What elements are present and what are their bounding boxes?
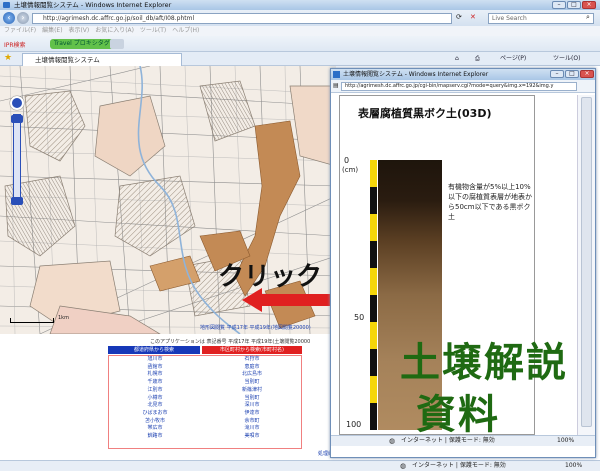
globe-icon: ◍	[400, 462, 407, 470]
depth-tick-50: 50	[354, 313, 365, 322]
list-item[interactable]: 石狩市	[203, 356, 301, 364]
ie-logo-icon	[333, 71, 340, 78]
list-item[interactable]: 北見市	[109, 402, 201, 410]
toolbar-dropdown-button[interactable]	[110, 39, 124, 49]
print-icon[interactable]: ⎙	[475, 54, 480, 64]
list-item[interactable]: 釧路市	[109, 433, 201, 441]
forward-button[interactable]: ›	[17, 12, 29, 24]
depth-tick-0: 0	[344, 156, 350, 165]
favorites-star-icon[interactable]: ★	[4, 53, 12, 63]
browser-status-bar: ◍ インターネット | 保護モード: 無効 100%	[0, 460, 600, 471]
list-table: 旭川市 函館市 札幌市 千歳市 江別市 小樽市 北見市 ひばまお市 苫小牧市 帯…	[108, 355, 302, 449]
popup-close-button[interactable]: ×	[580, 70, 594, 78]
status-zoom[interactable]: 100%	[565, 461, 582, 471]
popup-address-input[interactable]: http://agrimesh.dc.affrc.go.jp/cgi-bin/m…	[341, 82, 577, 91]
click-label: クリック	[218, 262, 323, 292]
address-bar-row: ‹ › http://agrimesh.dc.affrc.go.jp/soil_…	[0, 10, 600, 26]
browser-title-bar: 土壌情報閲覧システム - Windows Internet Explorer –…	[0, 0, 600, 10]
popup-title-bar: 土壌情報閲覧システム - Windows Internet Explorer –…	[331, 69, 595, 80]
search-icon[interactable]: ⌕	[586, 13, 590, 22]
scale-label: 1km	[58, 315, 69, 321]
map-caption: 地形図閲覧 平成17年 平成19年(地図閲覧20000)	[200, 325, 311, 331]
list-item[interactable]: 千歳市	[109, 379, 201, 387]
header-municipality[interactable]: 市区町村から検索(市町村名)	[202, 346, 302, 354]
list-item[interactable]: 滝川市	[203, 425, 301, 433]
left-column: 旭川市 函館市 札幌市 千歳市 江別市 小樽市 北見市 ひばまお市 苫小牧市 帯…	[109, 356, 201, 441]
toolbar-ipr[interactable]: IPR検索	[4, 40, 26, 49]
menu-favorites[interactable]: お気に入り(A)	[95, 27, 134, 34]
list-item[interactable]: 伊達市	[203, 410, 301, 418]
right-column: 石狩市 恵庭市 北広島市 当別町 新篠津村 当別町 深川市 伊達市 余市町 滝川…	[203, 356, 301, 441]
back-button[interactable]: ‹	[3, 12, 15, 24]
soil-map[interactable]: 1km 地形図閲覧 平成17年 平成19年(地図閲覧20000) クリック	[0, 66, 336, 334]
popup-status-zoom[interactable]: 100%	[557, 436, 574, 446]
list-note: このアプリケーションは 表記番号 平成17年 平成19年(土壌閲覧20000	[150, 339, 311, 345]
list-item[interactable]: 北広島市	[203, 371, 301, 379]
address-input[interactable]: http://agrimesh.dc.affrc.go.jp/soil_db/a…	[32, 13, 452, 24]
page-icon: ▤	[333, 82, 339, 89]
list-item[interactable]: 江別市	[109, 387, 201, 395]
menu-edit[interactable]: 編集(E)	[42, 27, 62, 34]
menu-tools[interactable]: ツール(T)	[140, 27, 166, 34]
scale-bar	[10, 318, 54, 323]
ie-logo-icon	[3, 2, 10, 8]
minimize-button[interactable]: –	[552, 1, 566, 9]
scrollbar-thumb[interactable]	[581, 97, 592, 427]
list-item[interactable]: 美唄市	[203, 433, 301, 441]
list-item[interactable]: ひばまお市	[109, 410, 201, 418]
refresh-icon[interactable]: ⟳	[456, 13, 462, 21]
menu-file[interactable]: ファイル(F)	[4, 27, 36, 34]
search-placeholder: Live Search	[492, 15, 527, 22]
popup-scrollbar[interactable]	[577, 95, 595, 435]
menu-help[interactable]: ヘルプ(H)	[172, 27, 199, 34]
list-item[interactable]: 当別町	[203, 379, 301, 387]
list-item[interactable]: 札幌市	[109, 371, 201, 379]
zoom-slider[interactable]	[11, 114, 23, 205]
menu-view[interactable]: 表示(V)	[68, 27, 89, 34]
home-icon[interactable]: ⌂	[455, 54, 459, 64]
tools-menu[interactable]: ツール(O)	[553, 54, 580, 64]
search-list-area: このアプリケーションは 表記番号 平成17年 平成19年(土壌閲覧20000 都…	[0, 334, 336, 462]
map-canvas	[0, 66, 336, 334]
depth-unit: (cm)	[342, 166, 359, 174]
soil-title: 表層腐植質黒ボク土(03D)	[358, 107, 492, 120]
soil-description: 有機物含量が5%以上10%以下の腐植質表層が地表から50cm以下である黒ボク土	[448, 183, 532, 221]
depth-ruler	[370, 160, 377, 430]
popup-title: 土壌情報閲覧システム - Windows Internet Explorer	[343, 71, 489, 78]
depth-tick-100: 100	[346, 420, 362, 429]
search-input[interactable]: Live Search	[488, 13, 594, 24]
list-item[interactable]: 新篠津村	[203, 387, 301, 395]
tab-row: ★ 土壌情報閲覧システム ⌂ ⎙ ページ(P) ツール(O)	[0, 52, 600, 66]
links-toolbar: IPR検索 Travel プロキシタグ	[0, 36, 600, 52]
popup-maximize-button[interactable]: □	[565, 70, 579, 78]
globe-icon: ◍	[389, 437, 396, 445]
page-menu[interactable]: ページ(P)	[500, 54, 526, 64]
popup-minimize-button[interactable]: –	[550, 70, 564, 78]
zoom-out-icon[interactable]	[11, 197, 23, 205]
window-title: 土壌情報閲覧システム - Windows Internet Explorer	[14, 1, 172, 9]
list-item[interactable]: 深川市	[203, 402, 301, 410]
status-zone: インターネット | 保護モード: 無効	[412, 462, 506, 469]
list-item[interactable]: 旭川市	[109, 356, 201, 364]
popup-url: http://agrimesh.dc.affrc.go.jp/cgi-bin/m…	[345, 83, 554, 89]
maximize-button[interactable]: □	[567, 1, 581, 9]
explanation-label-1: 土壌解説	[400, 340, 568, 386]
explanation-label-2: 資料	[416, 392, 500, 438]
list-item[interactable]: 帯広市	[109, 425, 201, 433]
header-prefecture[interactable]: 都道府県から検索	[108, 346, 200, 354]
popup-address-row: ▤ http://agrimesh.dc.affrc.go.jp/cgi-bin…	[331, 80, 595, 93]
close-button[interactable]: ×	[582, 1, 596, 9]
tab-label: 土壌情報閲覧システム	[35, 56, 100, 64]
address-url: http://agrimesh.dc.affrc.go.jp/soil_db/a…	[43, 15, 195, 22]
toolbar-travel[interactable]: Travel プロキシタグ	[50, 39, 114, 49]
zoom-in-icon[interactable]	[11, 115, 23, 123]
menu-bar: ファイル(F) 編集(E) 表示(V) お気に入り(A) ツール(T) ヘルプ(…	[0, 26, 600, 36]
stop-icon[interactable]: ✕	[470, 13, 476, 21]
tab-current[interactable]: 土壌情報閲覧システム	[22, 53, 182, 66]
pan-control-icon[interactable]	[10, 96, 24, 110]
